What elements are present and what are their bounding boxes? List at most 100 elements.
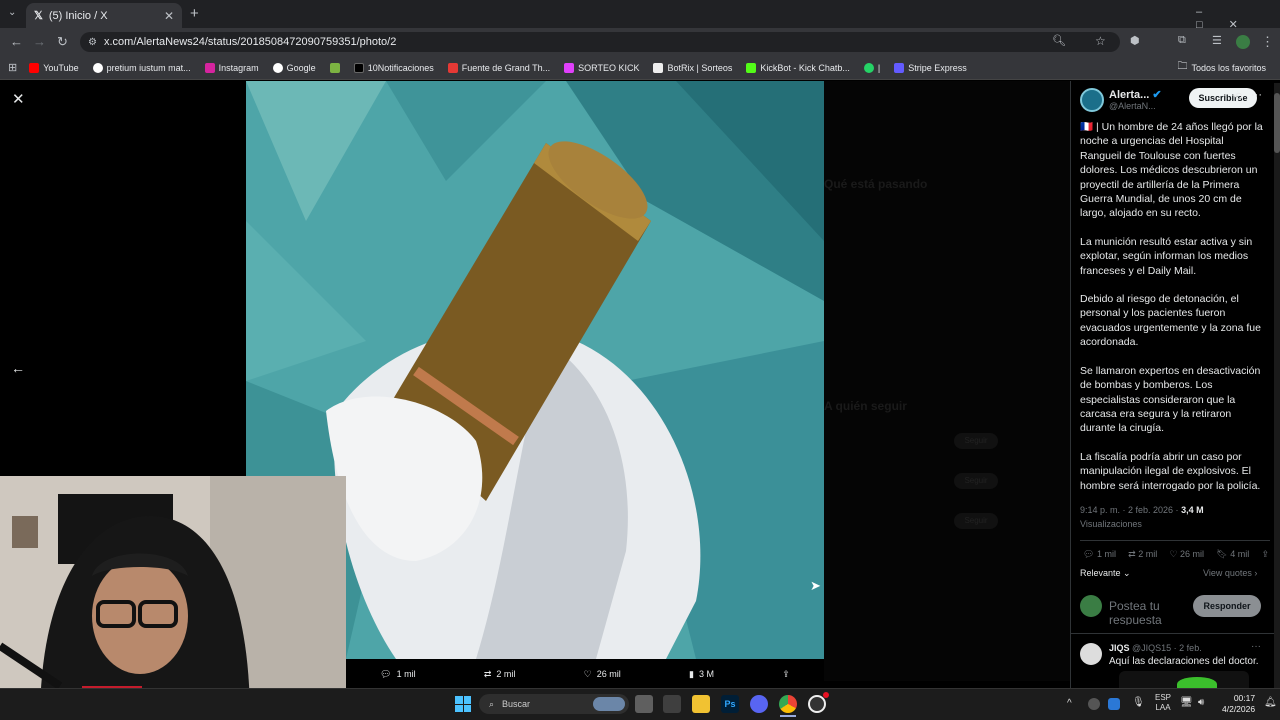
reply-button[interactable]: 💬︎ 1 mil bbox=[1083, 549, 1116, 560]
subscribe-button[interactable]: Suscribirse bbox=[1189, 88, 1257, 108]
reply-author-avatar[interactable] bbox=[1080, 643, 1102, 665]
bookmark-unnamed[interactable] bbox=[329, 62, 340, 73]
like-button[interactable]: ♡ 26 mil bbox=[584, 669, 621, 680]
taskbar-search[interactable]: ⌕ Buscar bbox=[479, 694, 629, 714]
post-paragraph: La fiscalía podría abrir un caso por man… bbox=[1080, 450, 1261, 492]
post-paragraph: Debido al riesgo de detonación, el perso… bbox=[1080, 293, 1261, 349]
task-view-icon[interactable] bbox=[635, 695, 653, 713]
reply-submit-button[interactable]: Responder bbox=[1193, 595, 1261, 617]
close-tab-icon[interactable]: ✕ bbox=[164, 9, 174, 23]
whatsapp-icon bbox=[863, 62, 874, 73]
language-indicator[interactable]: ESP LAA bbox=[1155, 693, 1171, 713]
reload-icon[interactable]: ↻ bbox=[57, 34, 68, 50]
post-body: 🇫🇷 | Un hombre de 24 años llegó por la n… bbox=[1080, 120, 1266, 493]
previous-photo-icon[interactable]: ← bbox=[11, 360, 25, 376]
discord-icon[interactable] bbox=[750, 695, 768, 713]
reply-author[interactable]: JIQS @JIQS15 · 2 feb. bbox=[1109, 643, 1202, 653]
clock[interactable]: 00:17 4/2/2026 bbox=[1222, 693, 1255, 715]
extensions-puzzle-icon[interactable]: ⧉ bbox=[1178, 34, 1186, 47]
tray-chevron-icon[interactable]: ^ bbox=[1067, 698, 1072, 709]
volume-icon[interactable]: 🔊︎ bbox=[1198, 697, 1204, 708]
view-quotes-link[interactable]: View quotes › bbox=[1203, 568, 1257, 578]
bookmark-sorteo-kick[interactable]: SORTEO KICK bbox=[564, 62, 639, 73]
obs-icon[interactable] bbox=[808, 695, 826, 713]
tab-list-icon[interactable]: ⌄ bbox=[8, 7, 16, 18]
share-button[interactable]: ⇪ bbox=[782, 669, 790, 680]
notifications-icon[interactable]: 🔔︎ bbox=[1264, 697, 1277, 708]
bookmark-site-icon bbox=[329, 62, 340, 73]
bookmark-botrix[interactable]: BotRix | Sorteos bbox=[653, 62, 732, 73]
network-icon[interactable]: 🖥︎ bbox=[1180, 697, 1193, 708]
who-to-follow-heading: A quién seguir bbox=[824, 399, 907, 413]
stripe-icon bbox=[894, 62, 905, 73]
all-bookmarks[interactable]: 🗀 Todos los favoritos bbox=[1177, 59, 1266, 76]
profile-avatar[interactable] bbox=[1236, 35, 1250, 49]
reply-text: Aquí las declaraciones del doctor. bbox=[1109, 656, 1259, 667]
forward-icon[interactable]: → bbox=[33, 34, 46, 49]
author-handle: @AlertaN... bbox=[1109, 101, 1156, 111]
address-bar[interactable]: ⚙ x.com/AlertaNews24/status/201850847209… bbox=[80, 32, 1120, 52]
bookmark-pretium[interactable]: pretium iustum mat... bbox=[92, 62, 191, 73]
site-info-icon[interactable]: ⚙ bbox=[88, 37, 97, 48]
x-icon bbox=[353, 62, 364, 73]
repost-button[interactable]: ⇄ 2 mil bbox=[1128, 549, 1157, 560]
bookmark-notificaciones[interactable]: 10Notificaciones bbox=[353, 62, 434, 73]
microphone-icon[interactable]: 🎙︎ bbox=[1132, 697, 1145, 708]
reading-list-icon[interactable]: ☰ bbox=[1212, 34, 1222, 47]
follow-button: Seguir bbox=[954, 473, 998, 489]
browser-tab[interactable]: 𝕏 (5) Inicio / X ✕ bbox=[26, 3, 182, 28]
active-indicator bbox=[780, 715, 796, 717]
more-options-icon[interactable]: ··· bbox=[1251, 641, 1261, 652]
tray-app-icon[interactable] bbox=[1108, 698, 1120, 710]
repost-icon: ⇄ bbox=[483, 668, 492, 679]
webcam-overlay bbox=[0, 476, 346, 720]
chevron-right-icon: › bbox=[1254, 568, 1258, 578]
app-icon[interactable] bbox=[663, 695, 681, 713]
share-icon: ⇪ bbox=[782, 668, 790, 679]
apps-icon[interactable]: ⊞ bbox=[8, 61, 17, 74]
more-options-icon[interactable]: ··· bbox=[1251, 89, 1262, 101]
chrome-icon[interactable] bbox=[779, 695, 797, 713]
file-explorer-icon[interactable] bbox=[692, 695, 710, 713]
divider bbox=[1071, 633, 1280, 634]
bookmark-google[interactable]: Google bbox=[272, 62, 316, 73]
repost-button[interactable]: ⇄ 2 mil bbox=[484, 669, 516, 680]
google-icon bbox=[92, 62, 103, 73]
post-paragraph: La munición resultó estar activa y sin e… bbox=[1080, 235, 1253, 277]
divider bbox=[1080, 540, 1270, 541]
bookmark-stripe[interactable]: Stripe Express bbox=[894, 62, 967, 73]
scrollbar-thumb[interactable] bbox=[1274, 93, 1280, 153]
author-avatar[interactable] bbox=[1080, 88, 1104, 112]
share-icon[interactable]: ⇪ bbox=[1261, 549, 1269, 560]
back-icon[interactable]: ← bbox=[10, 34, 23, 49]
views-button[interactable]: ▮ 3 M bbox=[689, 669, 714, 680]
kick-icon bbox=[564, 62, 575, 73]
bookmarks-bar: ⊞ YouTube pretium iustum mat... Instagra… bbox=[0, 56, 1280, 80]
photoshop-icon[interactable]: Ps bbox=[721, 695, 739, 713]
sort-dropdown[interactable]: Relevante ⌄ bbox=[1080, 568, 1131, 579]
extension-icon[interactable]: ⬢ bbox=[1130, 34, 1140, 47]
menu-icon[interactable]: ⋮ bbox=[1261, 34, 1274, 50]
views-chart-icon: ▮ bbox=[689, 668, 694, 679]
reply-input[interactable]: Postea tu respuesta bbox=[1109, 599, 1199, 625]
bookmark-kickbot[interactable]: KickBot - Kick Chatb... bbox=[746, 62, 850, 73]
reply-button[interactable]: 💬︎ 1 mil bbox=[380, 669, 415, 680]
bookmark-youtube[interactable]: YouTube bbox=[29, 62, 79, 73]
windows-start-icon[interactable] bbox=[455, 696, 471, 712]
bookmark-star-icon[interactable]: ☆ bbox=[1095, 34, 1106, 48]
like-button[interactable]: ♡ 26 mil bbox=[1169, 549, 1204, 560]
happening-heading: Qué está pasando bbox=[824, 177, 928, 191]
post-paragraph: Se llamaron expertos en desactivación de… bbox=[1080, 364, 1261, 435]
bookmark-button[interactable]: 🔖︎ 4 mil bbox=[1216, 549, 1249, 560]
scrollbar[interactable] bbox=[1274, 83, 1280, 689]
tray-app-icon[interactable] bbox=[1088, 698, 1100, 710]
zoom-icon[interactable]: 🔍︎ bbox=[1052, 34, 1066, 47]
close-viewer-icon[interactable]: ✕ bbox=[12, 90, 25, 108]
new-tab-icon[interactable]: + bbox=[190, 5, 199, 22]
bookmark-whatsapp[interactable]: | bbox=[863, 62, 880, 73]
author-name[interactable]: Alerta... ✔ bbox=[1109, 88, 1162, 101]
bookmark-gta[interactable]: Fuente de Grand Th... bbox=[447, 62, 550, 73]
bookmark-instagram[interactable]: Instagram bbox=[204, 62, 259, 73]
grok-icon[interactable]: ⟲ bbox=[1233, 90, 1242, 103]
post-sidebar: Alerta... ✔ @AlertaN... Suscribirse ⟲ ··… bbox=[1070, 81, 1280, 691]
